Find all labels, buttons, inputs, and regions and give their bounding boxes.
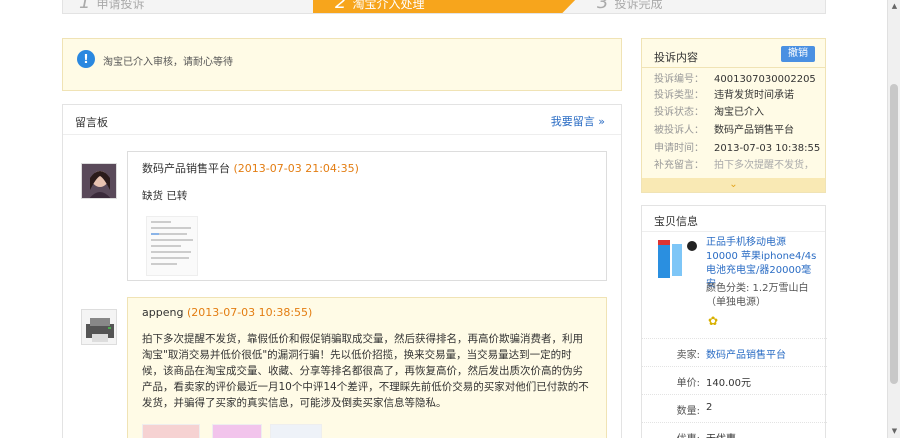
message-author: appeng bbox=[142, 306, 184, 319]
leave-message-link[interactable]: 我要留言 » bbox=[551, 113, 605, 129]
message-bubble: appeng (2013-07-03 10:38:55) 拍下多次提醒不发货，靠… bbox=[127, 297, 607, 438]
message-board: 留言板 我要留言 » 数码产品销售平台 (2013-07-03 21:04:35… bbox=[62, 104, 622, 438]
complaint-info-panel: 投诉内容 撤销 投诉编号： 4001307030002205 投诉类型： 违背发货时… bbox=[641, 38, 826, 193]
progress-steps: 1 申请投诉 2 淘宝介入处理 3 投诉完成 bbox=[62, 0, 826, 14]
product-sku: 颜色分类: 1.2万雪山白（单独电源） bbox=[706, 283, 809, 308]
status-notice: ! 淘宝已介入审核，请耐心等待 bbox=[62, 38, 622, 91]
step-apply: 1 申请投诉 bbox=[79, 0, 145, 13]
item-row: 数量: 2 bbox=[642, 394, 827, 420]
product-image[interactable] bbox=[656, 238, 700, 280]
notice-text: 淘宝已介入审核，请耐心等待 bbox=[103, 57, 233, 68]
board-header: 留言板 我要留言 » bbox=[63, 105, 621, 135]
item-info-panel: 宝贝信息 正品手机移动电源 10000 苹果iphone4/4s电池充电宝/器2… bbox=[641, 205, 827, 438]
complaint-row: 投诉编号： 4001307030002205 bbox=[654, 74, 816, 85]
seller-link[interactable]: 数码产品销售平台 bbox=[706, 346, 786, 361]
complaint-row: 补充留言： 拍下多次提醒不发货， bbox=[654, 160, 814, 171]
message-body: 缺货 已转 bbox=[142, 190, 188, 202]
message-time: (2013-07-03 21:04:35) bbox=[233, 162, 359, 175]
attachment-thumbnail[interactable] bbox=[270, 424, 322, 438]
scroll-down-icon[interactable]: ▼ bbox=[888, 425, 900, 438]
scroll-up-icon[interactable]: ▲ bbox=[888, 0, 900, 13]
scrollbar-thumb[interactable] bbox=[890, 84, 898, 384]
attachment-thumbnail[interactable] bbox=[146, 216, 198, 276]
info-icon: ! bbox=[77, 50, 95, 68]
double-chevron-right-icon: » bbox=[598, 115, 605, 128]
message-author: 数码产品销售平台 bbox=[142, 162, 230, 175]
vertical-scrollbar[interactable]: ▲ ▼ bbox=[887, 0, 900, 438]
avatar bbox=[81, 163, 117, 199]
message-time: (2013-07-03 10:38:55) bbox=[186, 306, 313, 319]
step-processing: 2 淘宝介入处理 bbox=[313, 0, 583, 13]
complaint-page: 1 申请投诉 2 淘宝介入处理 3 投诉完成 ! 淘宝已介入审核，请耐心等待 留言板 … bbox=[0, 0, 900, 438]
message-body: 拍下多次提醒不发货，靠假低价和假促销骗取成交量，然后获得排名，再高价欺骗消费者，… bbox=[142, 333, 589, 409]
item-row: 单价: 140.00元 bbox=[642, 366, 827, 392]
flower-icon: ✿ bbox=[708, 314, 719, 328]
message-item: 数码产品销售平台 (2013-07-03 21:04:35) 缺货 已转 bbox=[79, 151, 607, 283]
cancel-complaint-button[interactable]: 撤销 bbox=[781, 46, 815, 62]
attachment-thumbnail[interactable] bbox=[142, 424, 200, 438]
item-row: 优惠:无优惠 bbox=[642, 422, 827, 438]
complaint-row: 投诉类型： 违背发货时间承诺 bbox=[654, 90, 794, 101]
expand-chevron-icon[interactable]: ⌄ bbox=[642, 178, 825, 192]
attachment-thumbnail[interactable] bbox=[212, 424, 262, 438]
complaint-row: 被投诉人： 数码产品销售平台 bbox=[654, 125, 794, 136]
complaint-panel-title: 投诉内容 bbox=[654, 51, 698, 64]
item-row: 卖家: 数码产品销售平台 bbox=[642, 338, 827, 364]
complaint-row: 投诉状态： 淘宝已介入 bbox=[654, 107, 764, 118]
board-title: 留言板 bbox=[75, 116, 108, 129]
step-complete: 3 投诉完成 bbox=[597, 0, 663, 13]
complaint-row: 申请时间： 2013-07-03 10:38:55 bbox=[654, 143, 821, 154]
message-item: appeng (2013-07-03 10:38:55) 拍下多次提醒不发货，靠… bbox=[79, 297, 607, 438]
item-panel-title: 宝贝信息 bbox=[654, 215, 698, 228]
avatar bbox=[81, 309, 117, 345]
message-bubble: 数码产品销售平台 (2013-07-03 21:04:35) 缺货 已转 bbox=[127, 151, 607, 281]
